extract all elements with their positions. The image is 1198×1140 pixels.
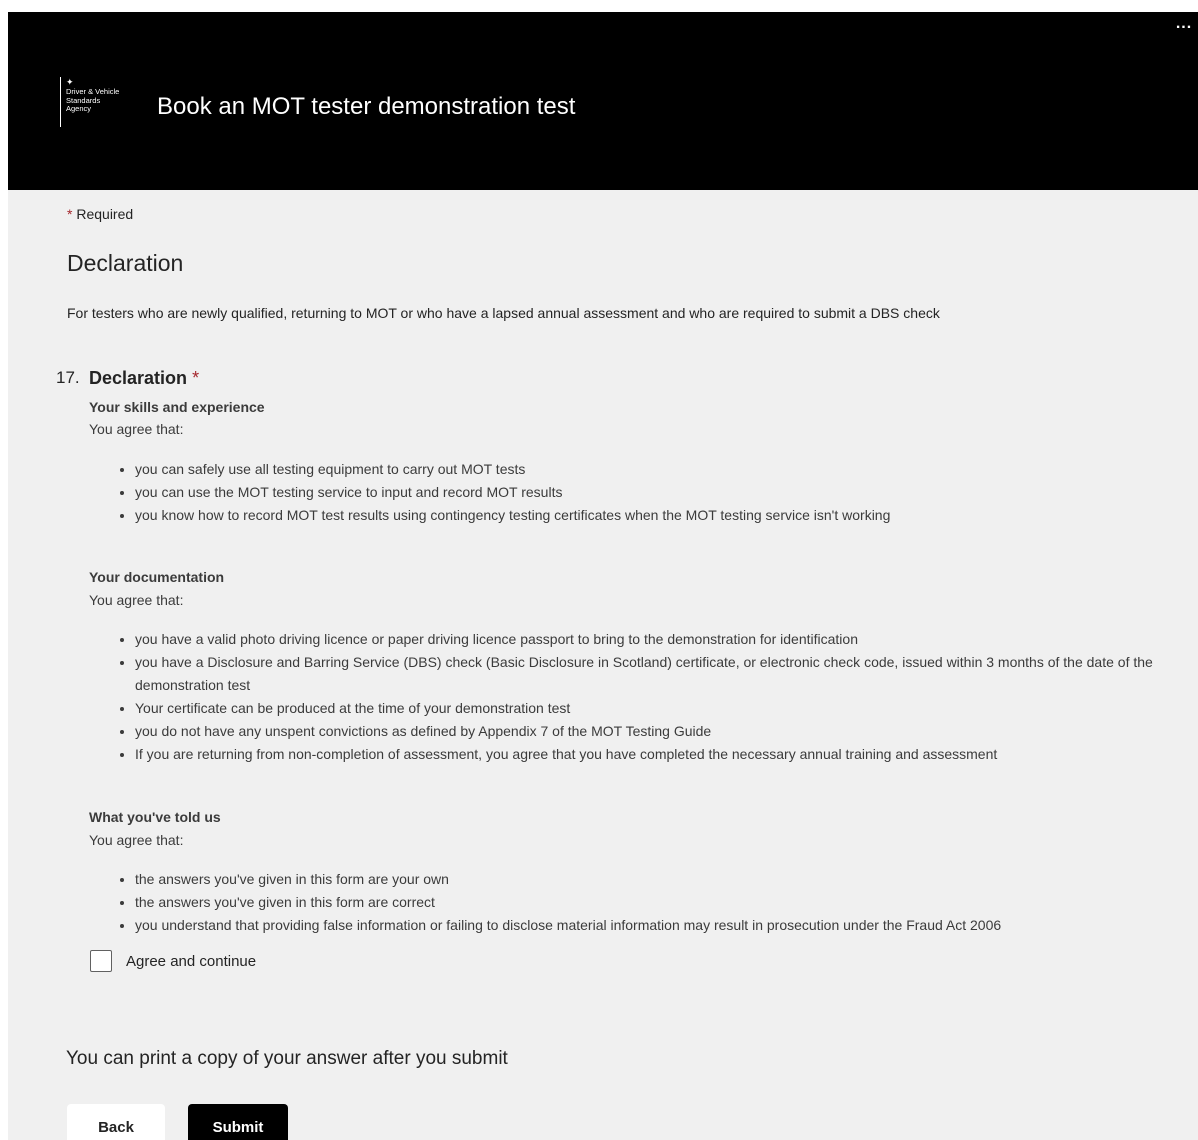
agree-checkbox[interactable] [90, 950, 112, 972]
form-title: Book an MOT tester demonstration test [157, 93, 576, 120]
list-item: you do not have any unspent convictions … [135, 720, 1185, 743]
told-us-heading: What you've told us [89, 809, 221, 825]
form-header: ✦ Driver & Vehicle Standards Agency Book… [8, 12, 1198, 190]
list-item: the answers you've given in this form ar… [135, 891, 1185, 914]
list-item: you have a valid photo driving licence o… [135, 628, 1185, 651]
question-title: Declaration * [89, 367, 199, 389]
back-button[interactable]: Back [67, 1104, 165, 1140]
list-item: If you are returning from non-completion… [135, 743, 1185, 766]
skills-intro: You agree that: [89, 421, 184, 437]
required-marker: * [67, 206, 73, 222]
documentation-intro: You agree that: [89, 592, 184, 608]
list-item: you have a Disclosure and Barring Servic… [135, 651, 1185, 697]
dvsa-logo: ✦ Driver & Vehicle Standards Agency [60, 77, 140, 127]
required-label: Required [76, 206, 134, 222]
documentation-heading: Your documentation [89, 569, 225, 585]
form-body: * Required Declaration For testers who a… [8, 190, 1198, 1140]
required-note: * Required [67, 205, 133, 223]
skills-heading: Your skills and experience [89, 399, 265, 415]
list-item: you can use the MOT testing service to i… [135, 481, 1185, 504]
list-item: you understand that providing false info… [135, 914, 1185, 937]
question-required-marker: * [192, 368, 200, 388]
agree-checkbox-label[interactable]: Agree and continue [126, 952, 256, 972]
told-us-list: the answers you've given in this form ar… [89, 868, 1185, 937]
form-frame: ... ✦ Driver & Vehicle Standards Agency … [8, 12, 1198, 1140]
question-title-text: Declaration [89, 368, 188, 388]
list-item: you can safely use all testing equipment… [135, 458, 1185, 481]
section-title: Declaration [67, 250, 184, 276]
print-note: You can print a copy of your answer afte… [66, 1048, 508, 1069]
logo-line: Agency [66, 104, 92, 113]
submit-button[interactable]: Submit [188, 1104, 288, 1140]
told-us-intro: You agree that: [89, 832, 184, 848]
skills-list: you can safely use all testing equipment… [89, 458, 1185, 527]
documentation-list: you have a valid photo driving licence o… [89, 628, 1185, 766]
question-number: 17. [56, 368, 80, 387]
list-item: you know how to record MOT test results … [135, 504, 1185, 527]
list-item: the answers you've given in this form ar… [135, 868, 1185, 891]
list-item: Your certificate can be produced at the … [135, 697, 1185, 720]
section-description: For testers who are newly qualified, ret… [67, 305, 940, 321]
more-options-icon[interactable]: ... [1170, 12, 1198, 42]
